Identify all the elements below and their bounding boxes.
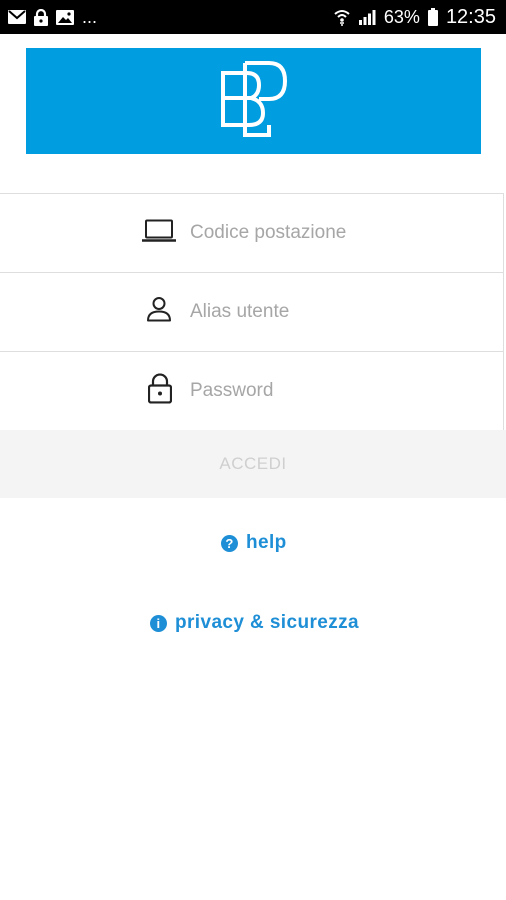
- laptop-icon: [142, 219, 176, 248]
- battery-icon: [427, 8, 438, 26]
- lock-status-icon: [34, 8, 48, 26]
- brand-banner: [26, 48, 481, 154]
- user-alias-input[interactable]: [190, 301, 490, 323]
- signal-icon: [358, 9, 376, 25]
- help-link[interactable]: ? help: [221, 532, 287, 554]
- info-icon: i: [150, 614, 167, 632]
- password-field: [0, 352, 503, 431]
- battery-percentage: 63%: [383, 6, 420, 27]
- lock-icon: [147, 373, 173, 409]
- status-bar: ... 63% 12:35: [0, 0, 506, 34]
- question-icon: ?: [221, 534, 238, 552]
- help-label: help: [246, 532, 287, 553]
- workstation-code-input[interactable]: [190, 222, 490, 244]
- status-bar-system: 63% 12:35: [334, 6, 496, 29]
- clock: 12:35: [445, 5, 496, 28]
- status-bar-notifications: ...: [8, 7, 97, 28]
- mail-icon: [8, 10, 26, 24]
- login-button[interactable]: ACCEDI: [0, 430, 506, 498]
- password-input[interactable]: [190, 380, 490, 402]
- wifi-icon: [334, 9, 350, 26]
- user-icon: [147, 297, 171, 328]
- privacy-label: privacy & sicurezza: [175, 612, 359, 633]
- login-form: [0, 193, 504, 431]
- privacy-link[interactable]: i privacy & sicurezza: [150, 612, 359, 634]
- alias-field: [0, 273, 503, 352]
- workstation-field: [0, 194, 503, 273]
- image-icon: [56, 9, 74, 25]
- bp-logo-icon: [219, 59, 289, 144]
- more-notifications: ...: [82, 6, 98, 27]
